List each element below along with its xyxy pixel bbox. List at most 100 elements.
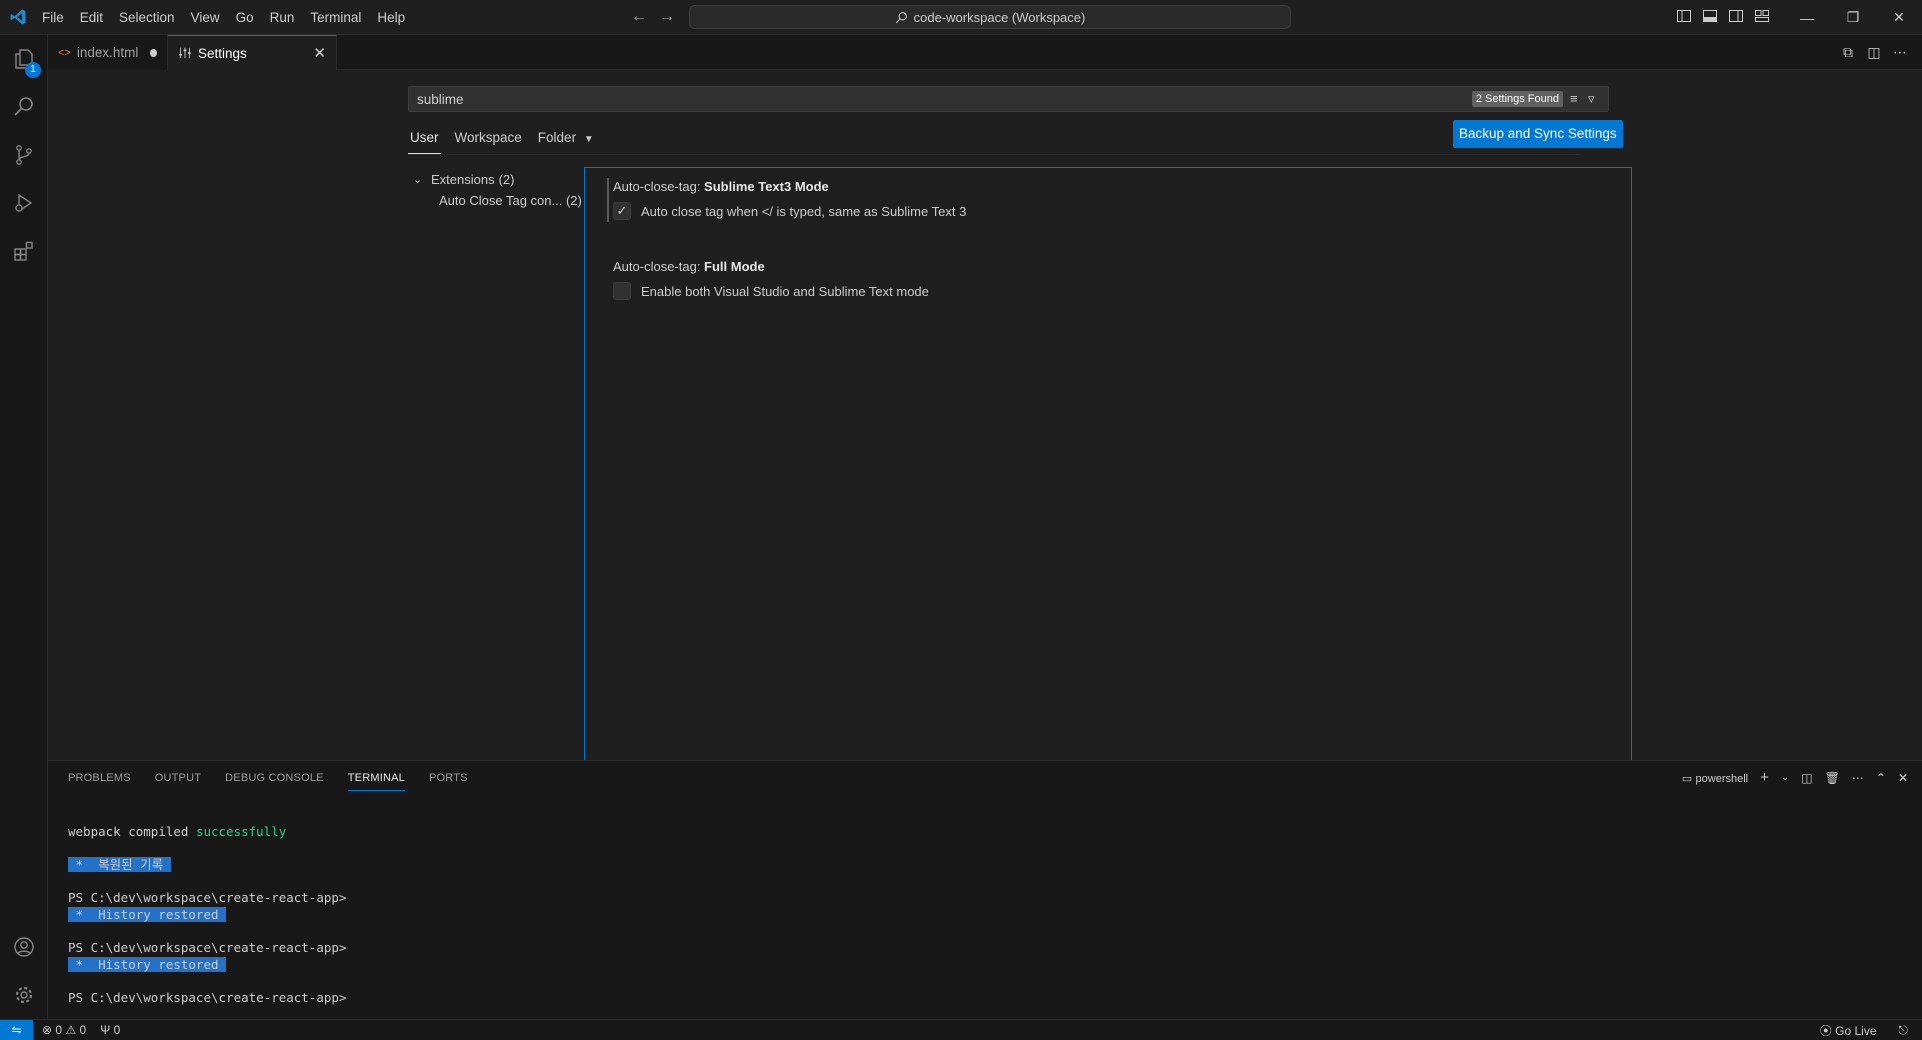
run-debug-icon[interactable]	[0, 179, 48, 227]
editor-actions: ⧉ ◫ ⋯	[1840, 44, 1908, 60]
settings-editor: sublime 2 Settings Found ≡ ▿ User Worksp…	[48, 70, 1922, 762]
history-restored-ko: * 복원된 기록	[68, 857, 171, 872]
trash-icon[interactable]: 🗑	[1825, 770, 1840, 786]
status-right: ⦿ Go Live ⎋	[1820, 1020, 1908, 1040]
remote-indicator-icon[interactable]: ⇋	[0, 1020, 33, 1040]
forward-arrow-icon[interactable]: →	[658, 7, 676, 27]
clear-filter-icon[interactable]: ≡	[1570, 92, 1584, 106]
accounts-icon[interactable]	[0, 923, 48, 971]
scope-tab-user[interactable]: User	[408, 122, 441, 154]
toggle-panel-icon[interactable]	[1702, 8, 1718, 24]
menu-run[interactable]: Run	[262, 0, 303, 35]
setting-row: Enable both Visual Studio and Sublime Te…	[613, 282, 929, 300]
terminal-prompt: PS C:\dev\workspace\create-react-app>	[68, 990, 347, 1005]
setting-prefix: Auto-close-tag:	[613, 179, 705, 194]
back-arrow-icon[interactable]: ←	[630, 7, 648, 27]
settings-scope-tabs: User Workspace Folder ▼	[408, 122, 596, 154]
scope-tab-workspace[interactable]: Workspace	[453, 122, 524, 154]
ports-status[interactable]: Ψ 0	[100, 1023, 120, 1037]
terminal-success-text: successfully	[195, 824, 287, 839]
menu-go[interactable]: Go	[228, 0, 262, 35]
search-view-icon[interactable]	[0, 83, 48, 131]
menu-help[interactable]: Help	[369, 0, 413, 35]
html-file-icon: <>	[58, 46, 71, 59]
menu-file[interactable]: File	[34, 0, 72, 35]
go-live-button[interactable]: ⦿ Go Live	[1820, 1022, 1877, 1039]
settings-search-input[interactable]: sublime 2 Settings Found ≡ ▿	[408, 86, 1609, 112]
radio-tower-icon: Ψ	[100, 1023, 111, 1037]
panel-tab-output[interactable]: OUTPUT	[155, 761, 201, 796]
full-mode-checkbox[interactable]	[613, 282, 631, 300]
menu-terminal[interactable]: Terminal	[302, 0, 369, 35]
sublime-text3-mode-checkbox[interactable]: ✓	[613, 202, 631, 220]
terminal-instance[interactable]: ▭ powershell	[1682, 770, 1748, 786]
problems-status[interactable]: ⊗ 0 ⚠ 0	[42, 1023, 86, 1037]
toc-item-count: (2)	[565, 193, 582, 208]
maximize-panel-icon[interactable]: ⌃	[1876, 770, 1886, 786]
editor-tab-bar: <> index.html Settings ✕ ⧉ ◫ ⋯	[48, 35, 1922, 70]
terminal-line: * History restored	[68, 906, 346, 923]
notifications-bell-icon[interactable]: ⎋	[1899, 1023, 1909, 1038]
panel-tab-debug-console[interactable]: DEBUG CONSOLE	[225, 761, 324, 796]
command-center[interactable]: code-workspace (Workspace)	[689, 5, 1291, 29]
backup-sync-button[interactable]: Backup and Sync Settings	[1453, 120, 1623, 148]
tab-label: Settings	[198, 45, 247, 61]
panel-tab-ports[interactable]: PORTS	[429, 761, 468, 796]
navigation-arrows: ← →	[630, 7, 676, 27]
go-live-label: Go Live	[1835, 1023, 1877, 1038]
setting-name: Sublime Text3 Mode	[704, 179, 829, 194]
more-actions-icon[interactable]: ⋯	[1892, 44, 1908, 60]
filter-icon[interactable]: ▿	[1588, 92, 1602, 106]
terminal-output[interactable]: webpack compiled successfully * 복원된 기록 P…	[68, 823, 346, 1006]
terminal-line: * 복원된 기록	[68, 856, 346, 873]
explorer-badge: 1	[25, 62, 41, 78]
menu-view[interactable]: View	[183, 0, 228, 35]
terminal-line: webpack compiled successfully	[68, 823, 346, 840]
unsaved-dot-icon[interactable]	[150, 48, 157, 57]
manage-gear-icon[interactable]	[0, 971, 48, 1019]
broadcast-icon: ⦿	[1819, 1023, 1832, 1038]
menu-selection[interactable]: Selection	[111, 0, 183, 35]
setting-title: Auto-close-tag: Sublime Text3 Mode	[613, 178, 966, 196]
warning-icon: ⚠	[65, 1023, 77, 1037]
toggle-secondary-sidebar-icon[interactable]	[1728, 8, 1744, 24]
tab-settings[interactable]: Settings ✕	[168, 35, 337, 70]
tab-index-html[interactable]: <> index.html	[48, 35, 168, 70]
activity-bar: 1	[0, 35, 48, 1019]
more-actions-icon[interactable]: ⋯	[1852, 770, 1864, 786]
open-settings-json-icon[interactable]: ⧉	[1840, 44, 1856, 60]
explorer-icon[interactable]: 1	[0, 35, 48, 83]
error-icon: ⊗	[42, 1023, 53, 1037]
status-left: ⊗ 0 ⚠ 0 Ψ 0	[42, 1020, 120, 1040]
tab-label: index.html	[76, 45, 139, 60]
terminal-prompt: PS C:\dev\workspace\create-react-app>	[68, 890, 347, 905]
panel-tab-problems[interactable]: PROBLEMS	[68, 761, 131, 796]
setting-description: Enable both Visual Studio and Sublime Te…	[641, 283, 929, 299]
warning-count: 0	[79, 1023, 87, 1037]
minimize-icon[interactable]: —	[1784, 0, 1830, 35]
menu-edit[interactable]: Edit	[72, 0, 111, 35]
customize-layout-icon[interactable]	[1754, 8, 1770, 24]
error-count: 0	[55, 1023, 63, 1037]
layout-controls	[1676, 8, 1770, 24]
extensions-icon[interactable]	[0, 227, 48, 275]
new-terminal-icon[interactable]: +	[1760, 770, 1769, 786]
ports-count: 0	[113, 1023, 121, 1037]
window-controls: — ❐ ✕	[1784, 0, 1922, 35]
close-window-icon[interactable]: ✕	[1876, 0, 1922, 35]
toggle-primary-sidebar-icon[interactable]	[1676, 8, 1692, 24]
setting-prefix: Auto-close-tag:	[613, 259, 705, 274]
close-tab-icon[interactable]: ✕	[313, 44, 326, 62]
split-editor-icon[interactable]: ◫	[1866, 44, 1882, 60]
scope-tab-folder[interactable]: Folder ▼	[536, 122, 596, 154]
menu-bar: File Edit Selection View Go Run Terminal…	[34, 0, 413, 35]
source-control-icon[interactable]	[0, 131, 48, 179]
restore-icon[interactable]: ❐	[1830, 0, 1876, 35]
panel-tabs: PROBLEMS OUTPUT DEBUG CONSOLE TERMINAL P…	[68, 761, 468, 796]
chevron-down-icon[interactable]: ⌄	[1781, 770, 1789, 786]
terminal-text: webpack compiled	[68, 824, 196, 839]
bottom-panel: PROBLEMS OUTPUT DEBUG CONSOLE TERMINAL P…	[48, 760, 1922, 1019]
close-panel-icon[interactable]: ✕	[1898, 770, 1908, 786]
panel-tab-terminal[interactable]: TERMINAL	[347, 761, 405, 791]
split-terminal-icon[interactable]: ◫	[1801, 770, 1812, 786]
